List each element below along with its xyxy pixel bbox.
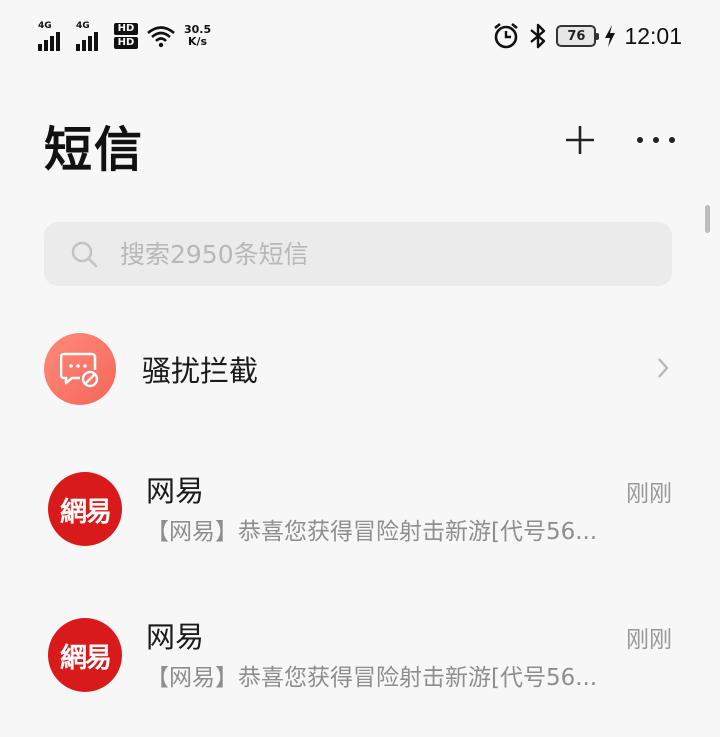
avatar: 網易 (48, 472, 122, 546)
signal-icon: 4G (38, 20, 68, 51)
search-icon (71, 241, 98, 268)
network-speed-unit: K/s (188, 35, 208, 48)
battery-level: 76 (567, 28, 586, 44)
search-input[interactable] (120, 239, 640, 269)
alarm-icon (494, 22, 519, 49)
message-time: 刚刚 (626, 627, 672, 653)
hd-label: HD (114, 23, 138, 35)
more-dots-icon (637, 137, 675, 143)
message-thread-row[interactable]: 網易 网易 刚刚 【网易】恭喜您获得冒险射击新游[代号56... (48, 618, 672, 698)
status-bar-left: 4G 4G HD HD 30.5 K/s (38, 20, 211, 51)
wifi-icon (147, 26, 175, 48)
blocked-message-icon (44, 333, 116, 405)
message-preview: 【网易】恭喜您获得冒险射击新游[代号56... (146, 519, 598, 545)
message-sender: 网易 (146, 474, 205, 508)
avatar-logo-text: 網易 (60, 642, 112, 674)
status-bar-right: 76 12:01 (492, 22, 682, 50)
status-time: 12:01 (624, 22, 682, 49)
network-type-label: 4G (38, 20, 52, 31)
status-bar: 4G 4G HD HD 30.5 K/s 76 12:01 (0, 0, 720, 72)
avatar: 網易 (48, 618, 122, 692)
search-bar[interactable] (44, 222, 672, 286)
more-options-button[interactable] (634, 118, 678, 162)
spam-filter-row[interactable]: 骚扰拦截 (44, 332, 672, 406)
network-type-label: 4G (76, 20, 90, 31)
bluetooth-icon (530, 23, 546, 49)
hd-label: HD (114, 37, 138, 49)
signal-icon: 4G (76, 20, 106, 51)
message-thread-row[interactable]: 網易 网易 刚刚 【网易】恭喜您获得冒险射击新游[代号56... (48, 472, 672, 552)
plus-icon (566, 126, 594, 154)
network-speed: 30.5 K/s (184, 24, 211, 48)
message-preview: 【网易】恭喜您获得冒险射击新游[代号56... (146, 665, 598, 691)
message-sender: 网易 (146, 620, 205, 654)
battery-icon: 76 (556, 25, 600, 47)
spam-filter-label: 骚扰拦截 (142, 354, 259, 388)
hd-voice-icon: HD HD (114, 23, 138, 49)
avatar-logo-text: 網易 (60, 496, 112, 528)
page-title: 短信 (44, 122, 145, 178)
messages-screen: 4G 4G HD HD 30.5 K/s 76 12:01 短信 搜索2950条… (0, 0, 720, 737)
chevron-right-icon (658, 358, 669, 378)
charging-icon (605, 25, 616, 47)
scrollbar[interactable] (705, 205, 710, 233)
message-time: 刚刚 (626, 481, 672, 507)
new-message-button[interactable] (558, 118, 602, 162)
